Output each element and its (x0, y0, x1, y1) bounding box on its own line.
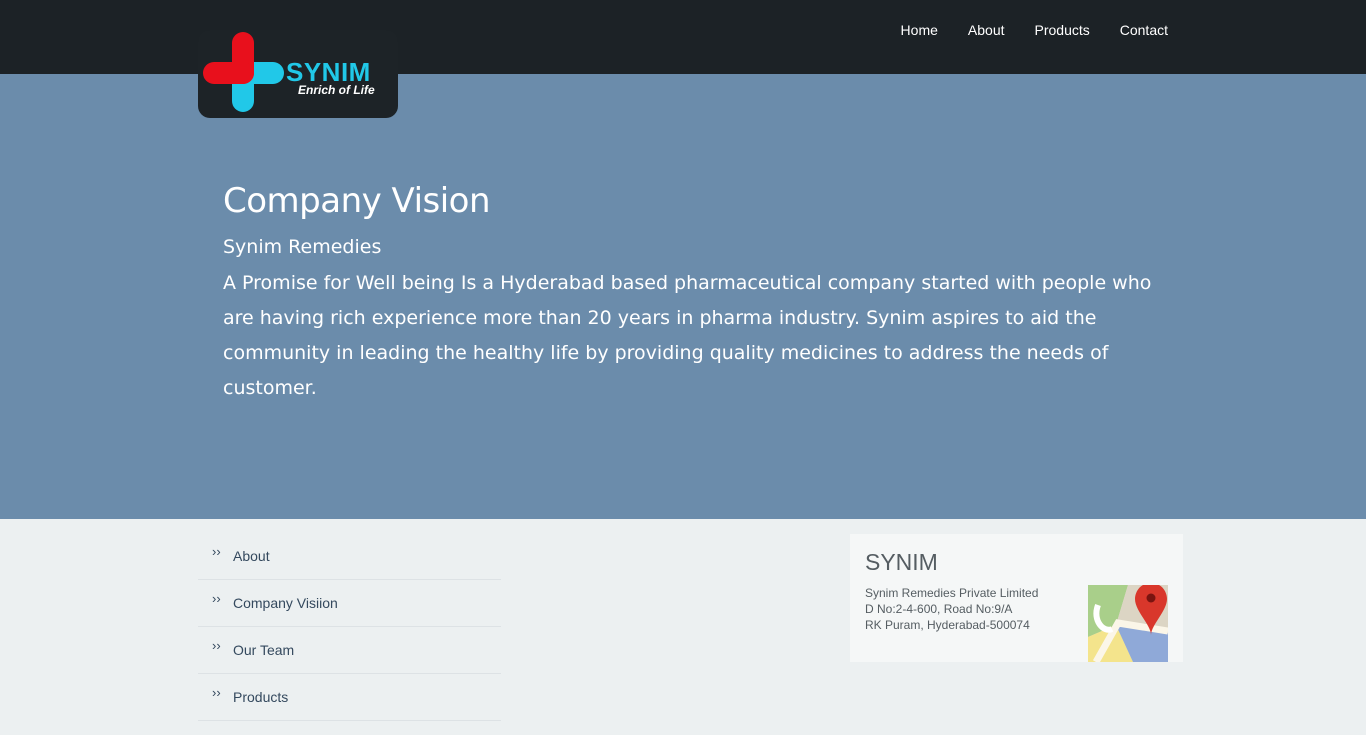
nav-contact-link[interactable]: Contact (1120, 21, 1168, 39)
address-line: D No:2-4-600, Road No:9/A (865, 602, 1013, 616)
nav-about-link[interactable]: About (968, 21, 1005, 39)
double-chevron-right-icon: ›› (212, 591, 221, 606)
footer-link-label: Products (233, 689, 289, 705)
footer: ›› About ›› Company Visiion ›› Our Team … (0, 519, 1366, 735)
footer-link-company-vision[interactable]: ›› Company Visiion (198, 580, 501, 627)
main-nav: Home About Products Contact (871, 21, 1168, 39)
double-chevron-right-icon: ›› (212, 638, 221, 653)
logo-brand-name: SYNIM (286, 57, 371, 87)
hero-subtitle: Synim Remedies (223, 236, 382, 258)
double-chevron-right-icon: ›› (212, 544, 221, 559)
logo-tagline: Enrich of Life (298, 83, 375, 97)
hero-description: A Promise for Well being Is a Hyderabad … (223, 272, 1152, 399)
address-line: Synim Remedies Private Limited (865, 586, 1039, 600)
google-maps-icon[interactable] (1088, 585, 1168, 662)
page-title: Company Vision (223, 181, 491, 221)
contact-title: SYNIM (865, 549, 938, 575)
hero-section: Company Vision Synim Remedies A Promise … (0, 74, 1366, 519)
contact-card: SYNIM Synim Remedies Private Limited D N… (850, 534, 1183, 662)
footer-links: ›› About ›› Company Visiion ›› Our Team … (198, 533, 501, 721)
address-line: RK Puram, Hyderabad-500074 (865, 618, 1030, 632)
footer-link-label: Our Team (233, 642, 295, 658)
medical-cross-icon (203, 32, 284, 112)
footer-link-our-team[interactable]: ›› Our Team (198, 627, 501, 674)
footer-link-about[interactable]: ›› About (198, 533, 501, 580)
nav-home-link[interactable]: Home (901, 21, 938, 39)
contact-address: Synim Remedies Private Limited D No:2-4-… (865, 585, 1038, 633)
site-logo[interactable]: SYNIM Enrich of Life (198, 30, 398, 118)
footer-link-label: About (233, 548, 270, 564)
double-chevron-right-icon: ›› (212, 685, 221, 700)
hero-content: Company Vision Synim Remedies A Promise … (223, 180, 1153, 406)
footer-link-label: Company Visiion (233, 595, 338, 611)
nav-products-link[interactable]: Products (1035, 21, 1090, 39)
footer-link-products[interactable]: ›› Products (198, 674, 501, 721)
